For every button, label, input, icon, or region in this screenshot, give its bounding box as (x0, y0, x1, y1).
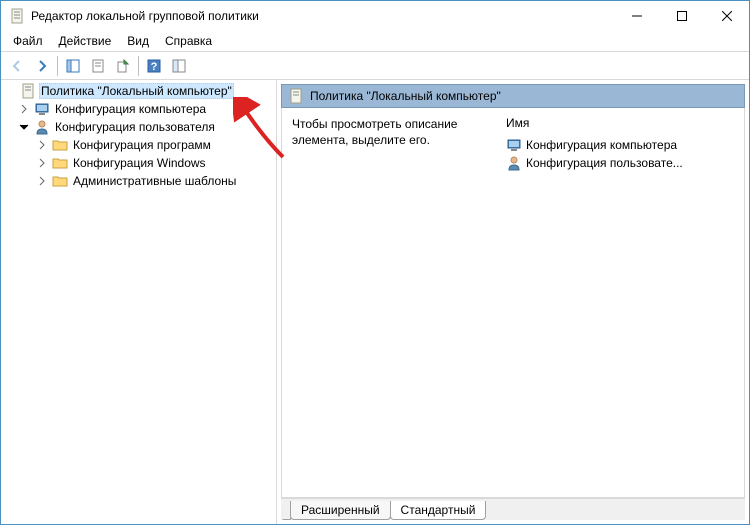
tree-pane[interactable]: Политика "Локальный компьютер" Конфигура… (1, 80, 277, 524)
list-item[interactable]: Конфигурация компьютера (506, 136, 734, 154)
app-window: Редактор локальной групповой политики Фа… (0, 0, 750, 525)
user-icon (34, 119, 50, 135)
tree-label: Конфигурация пользователя (53, 119, 217, 135)
maximize-button[interactable] (659, 1, 704, 31)
close-button[interactable] (704, 1, 749, 31)
list-item[interactable]: Конфигурация пользовате... (506, 154, 734, 172)
chevron-down-icon[interactable] (17, 120, 31, 134)
tree-user-config[interactable]: Конфигурация пользователя (1, 118, 276, 136)
expander-icon[interactable] (3, 84, 17, 98)
policy-document-icon (288, 88, 304, 104)
chevron-right-icon[interactable] (35, 138, 49, 152)
list-column: Имя Конфигурация компьютера Конфигурация… (506, 116, 734, 489)
title-bar: Редактор локальной групповой политики (1, 1, 749, 31)
computer-icon (34, 101, 50, 117)
menu-file[interactable]: Файл (5, 32, 51, 50)
tree-label: Конфигурация Windows (71, 155, 208, 171)
tree-root[interactable]: Политика "Локальный компьютер" (1, 82, 276, 100)
tree-software-settings[interactable]: Конфигурация программ (1, 136, 276, 154)
svg-text:?: ? (151, 61, 158, 73)
menu-action[interactable]: Действие (51, 32, 120, 50)
policy-document-icon (9, 8, 25, 24)
export-button[interactable] (111, 54, 135, 78)
tab-strip: Расширенный Стандартный (281, 498, 745, 520)
chevron-right-icon[interactable] (17, 102, 31, 116)
tree-root-label: Политика "Локальный компьютер" (39, 83, 234, 99)
tab-standard[interactable]: Стандартный (390, 501, 487, 520)
column-header-name[interactable]: Имя (506, 116, 734, 130)
tree-windows-settings[interactable]: Конфигурация Windows (1, 154, 276, 172)
folder-icon (52, 137, 68, 153)
chevron-right-icon[interactable] (35, 174, 49, 188)
show-hide-tree-button[interactable] (61, 54, 85, 78)
chevron-right-icon[interactable] (35, 156, 49, 170)
window-title: Редактор локальной групповой политики (31, 9, 614, 23)
help-button[interactable]: ? (142, 54, 166, 78)
menu-view[interactable]: Вид (119, 32, 157, 50)
list-item-label: Конфигурация пользовате... (526, 156, 683, 170)
content-body: Чтобы просмотреть описание элемента, выд… (281, 108, 745, 498)
filter-button[interactable] (167, 54, 191, 78)
tree-computer-config[interactable]: Конфигурация компьютера (1, 100, 276, 118)
tree-label: Конфигурация программ (71, 137, 213, 153)
properties-button[interactable] (86, 54, 110, 78)
tab-extended[interactable]: Расширенный (290, 501, 391, 520)
body: Политика "Локальный компьютер" Конфигура… (1, 80, 749, 524)
tree-label: Конфигурация компьютера (53, 101, 208, 117)
tree-admin-templates[interactable]: Административные шаблоны (1, 172, 276, 190)
menu-bar: Файл Действие Вид Справка (1, 31, 749, 52)
computer-icon (506, 137, 522, 153)
toolbar: ? (1, 52, 749, 80)
policy-document-icon (20, 83, 36, 99)
forward-button[interactable] (30, 54, 54, 78)
toolbar-separator (57, 56, 58, 76)
user-icon (506, 155, 522, 171)
back-button[interactable] (5, 54, 29, 78)
toolbar-separator (138, 56, 139, 76)
tree-label: Административные шаблоны (71, 173, 238, 189)
content-title: Политика "Локальный компьютер" (310, 89, 501, 103)
menu-help[interactable]: Справка (157, 32, 220, 50)
window-controls (614, 1, 749, 31)
content-pane: Политика "Локальный компьютер" Чтобы про… (277, 80, 749, 524)
description-hint: Чтобы просмотреть описание элемента, выд… (292, 117, 457, 147)
list-item-label: Конфигурация компьютера (526, 138, 677, 152)
folder-icon (52, 173, 68, 189)
minimize-button[interactable] (614, 1, 659, 31)
content-header: Политика "Локальный компьютер" (281, 84, 745, 108)
folder-icon (52, 155, 68, 171)
description-column: Чтобы просмотреть описание элемента, выд… (292, 116, 482, 489)
